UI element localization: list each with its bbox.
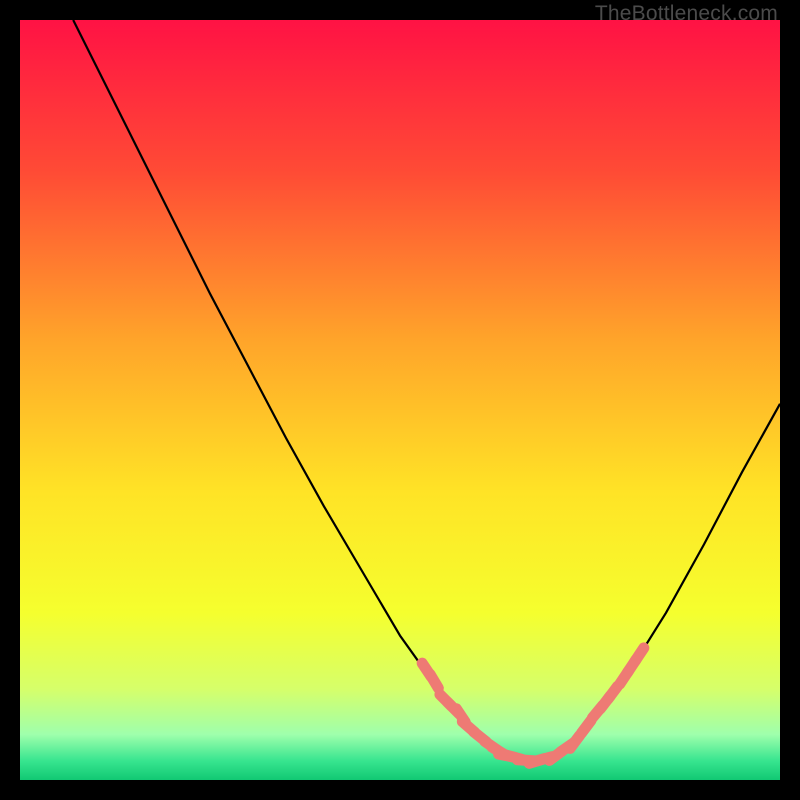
gradient-background	[20, 20, 780, 780]
marker-segment	[430, 674, 438, 688]
marker-segment	[635, 648, 644, 661]
bottleneck-chart	[20, 20, 780, 780]
chart-frame	[20, 20, 780, 780]
